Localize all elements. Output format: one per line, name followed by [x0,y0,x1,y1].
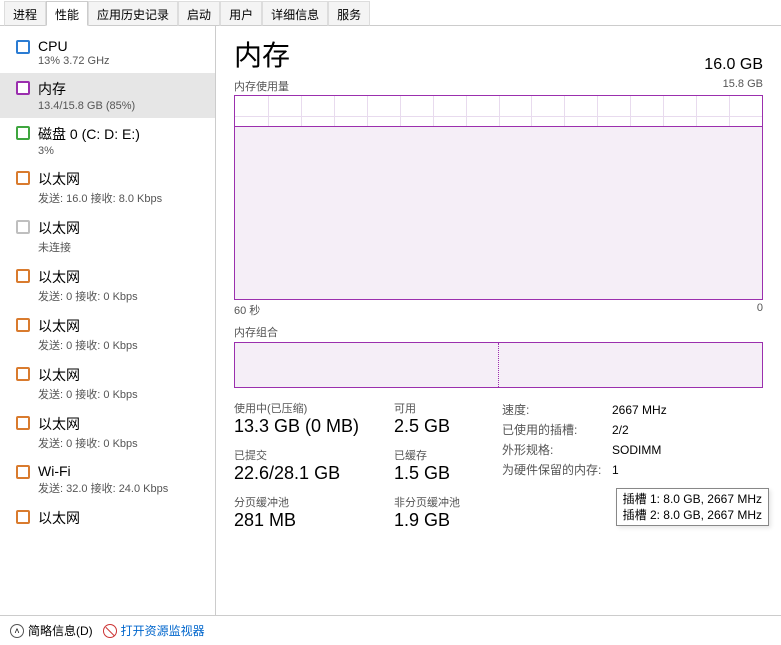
sidebar-item-7[interactable]: 以太网发送: 0 接收: 0 Kbps [0,359,215,408]
monitor-icon [103,624,117,638]
x-axis-left: 60 秒 [234,302,260,318]
sidebar-item-4[interactable]: 以太网未连接 [0,212,215,261]
chart-label: 内存使用量 [234,78,289,94]
sidebar-item-title: CPU [38,38,110,54]
sidebar-item-sub: 发送: 16.0 接收: 8.0 Kbps [38,190,162,206]
x-axis-right: 0 [757,302,763,318]
indicator-icon [16,126,30,140]
memory-usage-chart[interactable] [234,95,763,300]
sidebar-item-title: 以太网 [38,414,138,434]
sidebar-item-title: 磁盘 0 (C: D: E:) [38,124,140,144]
sidebar-item-0[interactable]: CPU13% 3.72 GHz [0,32,215,73]
metric-committed: 已提交 22.6/28.1 GB [234,447,394,484]
tooltip-line-1: 插槽 1: 8.0 GB, 2667 MHz [623,491,762,507]
spec-slots: 已使用的插槽:2/2 [502,420,667,440]
indicator-icon [16,367,30,381]
indicator-icon [16,416,30,430]
indicator-icon [16,40,30,54]
memory-capacity: 16.0 GB [704,56,763,74]
tooltip-line-2: 插槽 2: 8.0 GB, 2667 MHz [623,507,762,523]
tab-users[interactable]: 用户 [220,1,262,26]
sidebar-item-title: 以太网 [38,218,80,238]
footer-bar: ˄ 简略信息(D) 打开资源监视器 [0,615,781,645]
sidebar-item-sub: 发送: 32.0 接收: 24.0 Kbps [38,480,168,496]
spec-hw-reserved: 为硬件保留的内存:1 [502,460,667,480]
chart-max: 15.8 GB [723,78,763,94]
tab-services[interactable]: 服务 [328,1,370,26]
sidebar-item-sub: 发送: 0 接收: 0 Kbps [38,435,138,451]
indicator-icon [16,269,30,283]
open-resource-monitor-link[interactable]: 打开资源监视器 [103,622,205,639]
sidebar-item-1[interactable]: 内存13.4/15.8 GB (85%) [0,73,215,118]
slots-tooltip: 插槽 1: 8.0 GB, 2667 MHz 插槽 2: 8.0 GB, 266… [616,488,769,526]
sidebar-item-title: 以太网 [38,169,162,189]
tab-bar: 进程 性能 应用历史记录 启动 用户 详细信息 服务 [0,0,781,26]
indicator-icon [16,220,30,234]
sidebar-item-3[interactable]: 以太网发送: 16.0 接收: 8.0 Kbps [0,163,215,212]
sidebar-item-sub: 未连接 [38,239,80,255]
performance-sidebar[interactable]: CPU13% 3.72 GHz内存13.4/15.8 GB (85%)磁盘 0 … [0,26,216,615]
memory-detail-panel: 内存 16.0 GB 内存使用量 15.8 GB 60 秒 0 内存组合 使用中… [216,26,781,615]
sidebar-item-8[interactable]: 以太网发送: 0 接收: 0 Kbps [0,408,215,457]
spec-form: 外形规格:SODIMM [502,440,667,460]
memory-slot-2 [498,343,762,387]
tab-startup[interactable]: 启动 [178,1,220,26]
memory-slot-1 [235,343,498,387]
sidebar-item-title: 以太网 [38,316,138,336]
metric-available: 可用 2.5 GB [394,400,474,437]
sidebar-item-sub: 13.4/15.8 GB (85%) [38,100,135,112]
sidebar-item-sub: 13% 3.72 GHz [38,55,110,67]
sidebar-item-sub: 发送: 0 接收: 0 Kbps [38,386,138,402]
metric-in-use: 使用中(已压缩) 13.3 GB (0 MB) [234,400,394,437]
sidebar-item-6[interactable]: 以太网发送: 0 接收: 0 Kbps [0,310,215,359]
indicator-icon [16,465,30,479]
metric-paged: 分页缓冲池 281 MB [234,494,394,531]
sidebar-item-title: 以太网 [38,508,80,528]
tab-performance[interactable]: 性能 [46,1,88,26]
sidebar-item-title: 以太网 [38,267,138,287]
brief-view-link[interactable]: ˄ 简略信息(D) [10,622,93,639]
sidebar-item-10[interactable]: 以太网 [0,502,215,535]
sidebar-item-5[interactable]: 以太网发送: 0 接收: 0 Kbps [0,261,215,310]
spec-speed: 速度:2667 MHz [502,400,667,420]
page-title: 内存 [234,34,290,74]
tab-app-history[interactable]: 应用历史记录 [88,1,178,26]
tab-processes[interactable]: 进程 [4,1,46,26]
indicator-icon [16,81,30,95]
tab-details[interactable]: 详细信息 [262,1,328,26]
sidebar-item-9[interactable]: Wi-Fi发送: 32.0 接收: 24.0 Kbps [0,457,215,502]
sidebar-item-title: Wi-Fi [38,463,168,479]
slots-label: 内存组合 [234,324,763,340]
memory-slots-chart[interactable] [234,342,763,388]
sidebar-item-sub: 3% [38,145,140,157]
sidebar-item-2[interactable]: 磁盘 0 (C: D: E:)3% [0,118,215,163]
indicator-icon [16,171,30,185]
indicator-icon [16,318,30,332]
sidebar-item-sub: 发送: 0 接收: 0 Kbps [38,288,138,304]
chart-fill [235,126,762,299]
sidebar-item-title: 内存 [38,79,135,99]
sidebar-item-title: 以太网 [38,365,138,385]
indicator-icon [16,510,30,524]
chevron-up-icon: ˄ [10,624,24,638]
sidebar-item-sub: 发送: 0 接收: 0 Kbps [38,337,138,353]
metric-nonpaged: 非分页缓冲池 1.9 GB [394,494,474,531]
metric-cached: 已缓存 1.5 GB [394,447,474,484]
